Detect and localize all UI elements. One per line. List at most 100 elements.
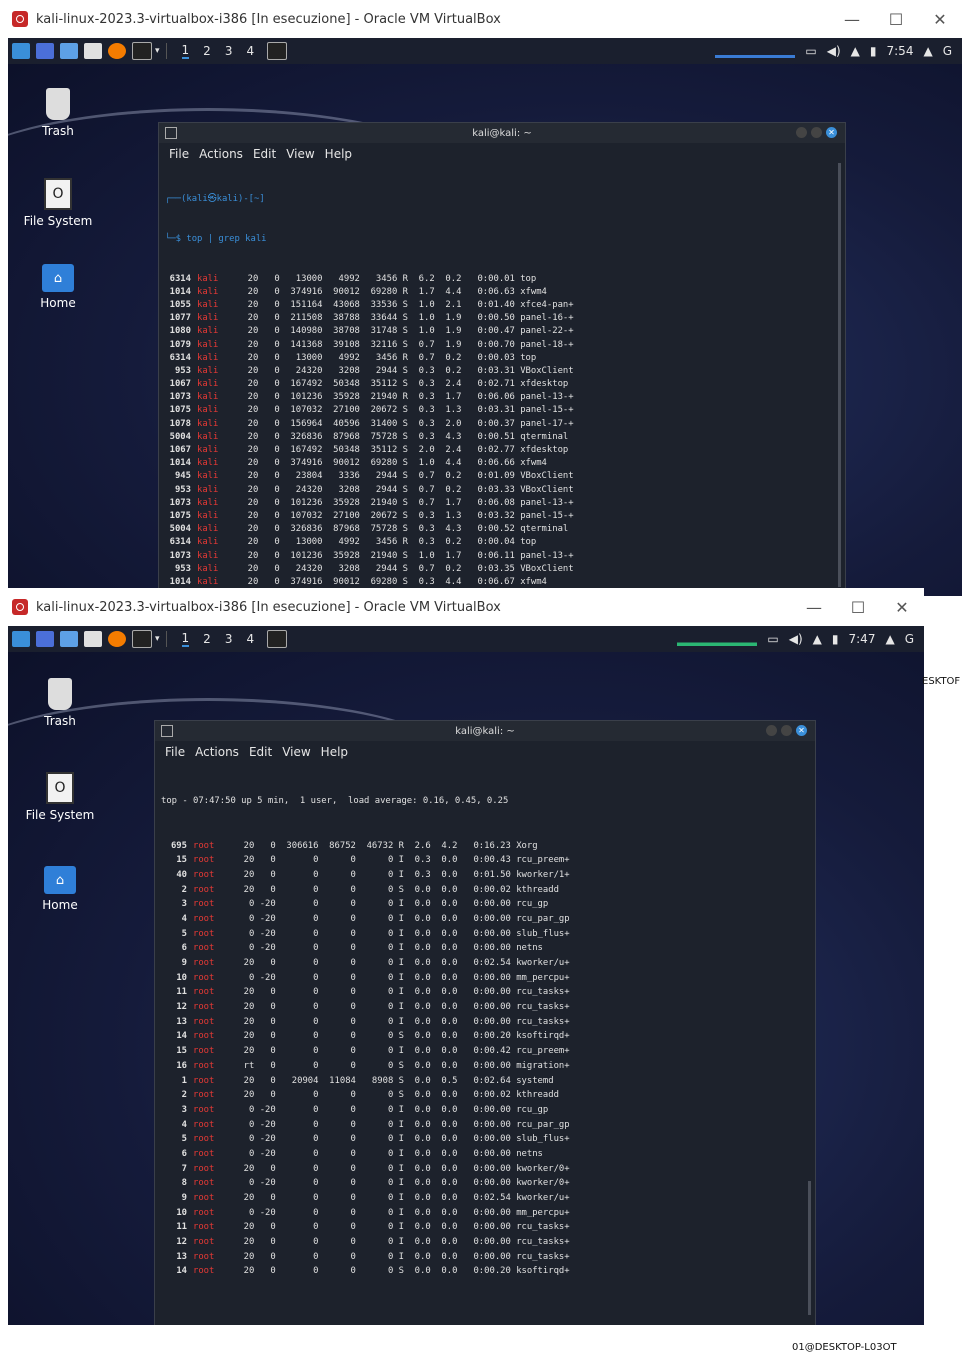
minimize-button[interactable]: — [792,598,836,617]
minimize-icon[interactable] [766,725,777,736]
volume-icon[interactable]: ◀) [789,632,803,646]
terminal-launcher-icon[interactable] [132,630,152,648]
taskbar-terminal-icon[interactable] [267,630,288,648]
text-editor-icon[interactable] [84,43,102,59]
menu-actions[interactable]: Actions [195,745,239,759]
chevron-down-icon[interactable]: ▾ [155,46,160,56]
process-stats: 20 0 0 0 0 S 0.0 0.0 0:00.02 kthreadd [233,884,559,895]
workspace-4[interactable]: 4 [246,632,254,646]
process-row: 1073 kali 20 0 101236 35928 21940 S 1.0 1… [165,550,839,563]
process-row: 6 root 0 -20 0 0 0 I 0.0 0.0 0:00.00 netn… [161,941,809,956]
desktop-icon-home[interactable]: ⌂ Home [8,264,108,310]
file-manager-icon[interactable] [60,43,78,59]
pid: 4 [181,1119,187,1130]
desktop-icon-trash[interactable]: Trash [8,88,108,138]
menu-help[interactable]: Help [321,745,348,759]
terminal-output[interactable]: ┌──(kali㉿kali)-[~] └─$ top | grep kali 6… [159,165,845,596]
window-titlebar[interactable]: kali-linux-2023.3-virtualbox-i386 [In es… [0,0,962,38]
terminal-window[interactable]: kali@kali: ~ ✕ File Actions Edit View He… [158,122,846,596]
file-manager-icon[interactable] [60,631,78,647]
process-stats: 0 -20 0 0 0 I 0.0 0.0 0:00.00 mm_percpu+ [233,972,570,983]
process-row: 11 root 20 0 0 0 0 I 0.0 0.0 0:00.00 rcu_… [161,1220,809,1235]
maximize-button[interactable]: ☐ [836,598,880,617]
notification-bell-icon[interactable]: ▲ [851,44,860,58]
battery-icon[interactable]: ▮ [870,44,877,58]
chevron-down-icon[interactable]: ▾ [155,634,160,644]
menu-edit[interactable]: Edit [249,745,272,759]
terminal-titlebar[interactable]: kali@kali: ~ ✕ [155,721,815,741]
process-row: 4 root 0 -20 0 0 0 I 0.0 0.0 0:00.00 rcu_… [161,1118,809,1133]
desktop-icon-file-system[interactable]: O File System [10,772,110,822]
workspace-switcher: 1 2 3 4 [165,631,262,647]
menu-edit[interactable]: Edit [253,147,276,161]
workspace-3[interactable]: 3 [225,632,233,646]
terminal-output[interactable]: top - 07:47:50 up 5 min, 1 user, load av… [155,763,815,1311]
desktop-icon-home[interactable]: ⌂ Home [10,866,110,912]
process-stats: 20 0 101236 35928 21940 R 0.3 1.7 0:06.0… [237,392,574,403]
maximize-icon[interactable] [811,127,822,138]
pid: 953 [174,365,191,376]
workspace-1[interactable]: 1 [181,43,190,59]
workspace-4[interactable]: 4 [246,44,254,58]
volume-icon[interactable]: ◀) [827,44,841,58]
display-icon[interactable]: ▭ [767,632,778,646]
workspace-2[interactable]: 2 [203,44,211,58]
scrollbar[interactable] [808,1181,811,1315]
user: root [193,913,215,924]
cpu-graph [715,44,796,58]
show-desktop-icon[interactable] [36,43,54,59]
display-icon[interactable]: ▭ [805,44,816,58]
minimize-icon[interactable] [796,127,807,138]
scrollbar[interactable] [838,163,841,587]
pid: 12 [176,1237,187,1248]
workspace-1[interactable]: 1 [181,631,190,647]
menu-help[interactable]: Help [325,147,352,161]
menu-file[interactable]: File [165,745,185,759]
taskbar-terminal-icon[interactable] [267,42,288,60]
lock-icon[interactable]: ▲ [885,632,894,646]
close-button[interactable]: ✕ [918,10,962,29]
process-row: 11 root 20 0 0 0 0 I 0.0 0.0 0:00.00 rcu_… [161,985,809,1000]
text-editor-icon[interactable] [84,631,102,647]
kali-menu-icon[interactable] [12,631,30,647]
clock[interactable]: 7:54 [887,44,914,58]
close-button[interactable]: ✕ [880,598,924,617]
pid: 9 [181,958,187,968]
battery-icon[interactable]: ▮ [832,632,839,646]
menu-actions[interactable]: Actions [199,147,243,161]
user: kali [197,510,219,521]
terminal-window[interactable]: kali@kali: ~ ✕ File Actions Edit View He… [154,720,816,1325]
user: root [193,884,215,895]
close-icon[interactable]: ✕ [796,725,807,736]
trash-icon [48,678,72,710]
desktop-icon-trash[interactable]: Trash [10,678,110,728]
workspace-3[interactable]: 3 [225,44,233,58]
power-icon[interactable]: G [905,632,914,646]
menu-view[interactable]: View [282,745,310,759]
menu-file[interactable]: File [169,147,189,161]
firefox-icon[interactable] [108,631,126,647]
maximize-button[interactable]: ☐ [874,10,918,29]
firefox-icon[interactable] [108,43,126,59]
window-titlebar[interactable]: kali-linux-2023.3-virtualbox-i386 [In es… [0,588,924,626]
desktop-icon-label: Trash [44,714,76,728]
show-desktop-icon[interactable] [36,631,54,647]
terminal-launcher-icon[interactable] [132,42,152,60]
minimize-button[interactable]: — [830,10,874,29]
workspace-2[interactable]: 2 [203,632,211,646]
power-icon[interactable]: G [943,44,952,58]
process-stats: 20 0 20904 11084 8908 S 0.0 0.5 0:02.64 … [233,1075,554,1086]
host-edge-text: ESKTOF [922,676,961,687]
terminal-titlebar[interactable]: kali@kali: ~ ✕ [159,123,845,143]
lock-icon[interactable]: ▲ [923,44,932,58]
process-stats: 0 -20 0 0 0 I 0.0 0.0 0:00.00 slub_flus+ [233,928,570,939]
desktop-icon-file-system[interactable]: O File System [8,178,108,228]
process-stats: 20 0 0 0 0 S 0.0 0.0 0:00.20 ksoftirqd+ [233,1266,570,1277]
kali-menu-icon[interactable] [12,43,30,59]
pid: 11 [176,987,187,998]
notification-bell-icon[interactable]: ▲ [813,632,822,646]
clock[interactable]: 7:47 [849,632,876,646]
close-icon[interactable]: ✕ [826,127,837,138]
maximize-icon[interactable] [781,725,792,736]
menu-view[interactable]: View [286,147,314,161]
